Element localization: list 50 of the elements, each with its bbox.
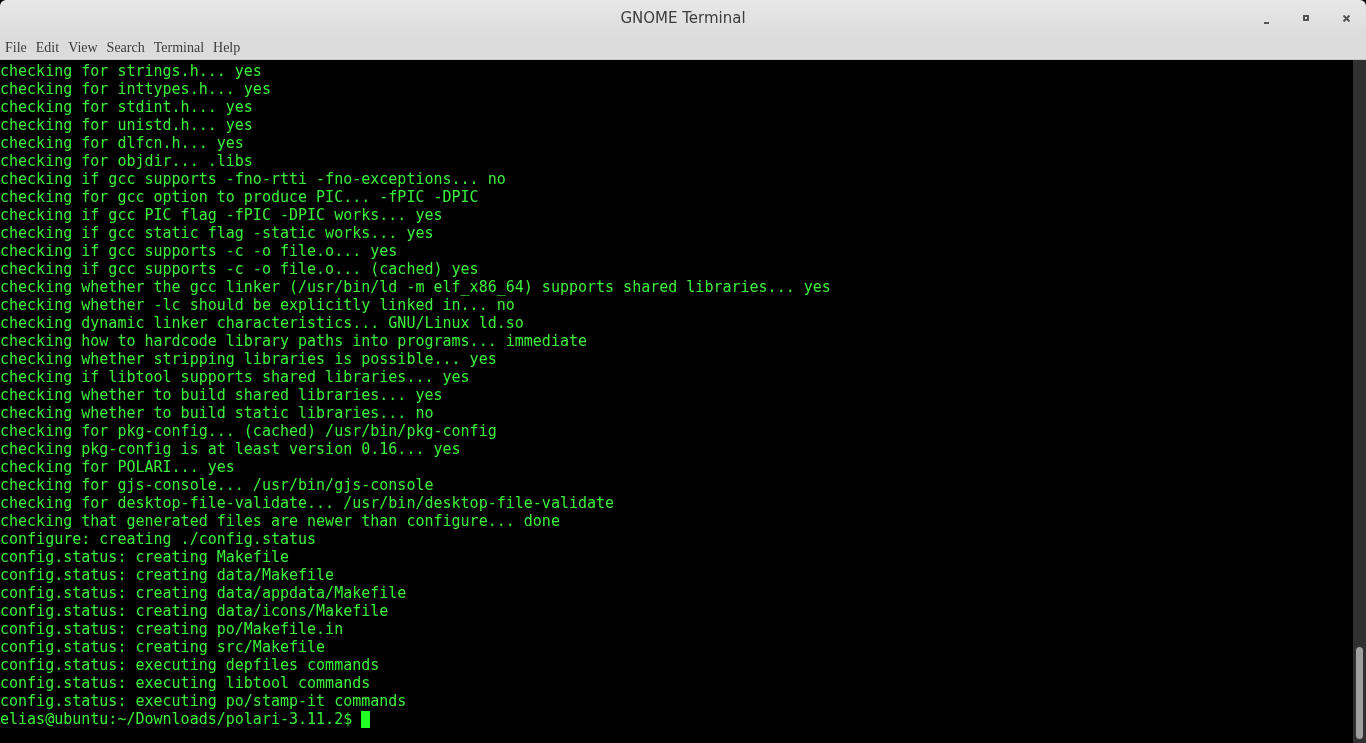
terminal-line: config.status: creating data/appdata/Makefile <box>0 584 407 602</box>
menu-item[interactable]: File <box>5 37 27 58</box>
terminal-line: checking for strings.h... yes <box>0 62 262 80</box>
terminal-line: checking for desktop-file-validate... /usr/bin/desktop-file-validate <box>0 494 615 512</box>
menu-item[interactable]: Search <box>106 37 145 58</box>
menu-item[interactable]: Terminal <box>153 37 205 58</box>
scrollbar-thumb[interactable] <box>1356 647 1363 739</box>
terminal-line: checking for inttypes.h... yes <box>0 80 271 98</box>
window-title: GNOME Terminal <box>620 7 746 29</box>
terminal-line: checking if gcc supports -c -o file.o... yes <box>0 242 398 260</box>
terminal-line: checking whether the gcc linker (/usr/bin/ld -m elf_x86_64) supports shared libraries... yes <box>0 278 831 296</box>
terminal-line: checking for POLARI... yes <box>0 458 235 476</box>
text-cursor <box>361 710 371 728</box>
terminal-line: checking for pkg-config... (cached) /usr/bin/pkg-config <box>0 422 497 440</box>
terminal-line: checking dynamic linker characteristics... GNU/Linux ld.so <box>0 314 524 332</box>
terminal-line: config.status: creating src/Makefile <box>0 638 326 656</box>
terminal-line: checking if gcc supports -c -o file.o... (cached) yes <box>0 260 479 278</box>
menu-item[interactable]: Edit <box>35 37 60 58</box>
terminal-line: checking for dlfcn.h... yes <box>0 134 244 152</box>
terminal-line: checking whether stripping libraries is possible... yes <box>0 350 497 368</box>
terminal-line: checking how to hardcode library paths into programs... immediate <box>0 332 587 350</box>
terminal-line: configure: creating ./config.status <box>0 530 317 548</box>
terminal-line: checking pkg-config is at least version 0.16... yes <box>0 440 461 458</box>
terminal-line: config.status: creating po/Makefile.in <box>0 620 344 638</box>
close-icon <box>1342 14 1350 22</box>
menu-item[interactable]: Help <box>213 37 241 58</box>
terminal-line: checking whether to build shared libraries... yes <box>0 386 443 404</box>
close-button[interactable] <box>1340 12 1352 24</box>
terminal-line: checking if gcc PIC flag -fPIC -DPIC works... yes <box>0 206 443 224</box>
menu-item[interactable]: View <box>68 37 98 58</box>
terminal-line: checking for stdint.h... yes <box>0 98 253 116</box>
terminal-line: checking that generated files are newer than configure... done <box>0 512 560 530</box>
terminal-line: checking if libtool supports shared libraries... yes <box>0 368 470 386</box>
terminal-line: config.status: creating data/Makefile <box>0 566 335 584</box>
terminal-line: checking for gcc option to produce PIC... -fPIC -DPIC <box>0 188 479 206</box>
terminal-line: checking for gjs-console... /usr/bin/gjs-console <box>0 476 434 494</box>
shell-prompt: elias@ubuntu:~/Downloads/polari-3.11.2$ <box>0 710 353 728</box>
terminal-line: config.status: executing po/stamp-it commands <box>0 692 407 710</box>
terminal-line: checking if gcc supports -fno-rtti -fno-exceptions... no <box>0 170 506 188</box>
terminal-line: checking whether to build static libraries... no <box>0 404 434 422</box>
terminal-line: checking for objdir... .libs <box>0 152 253 170</box>
maximize-button[interactable] <box>1300 12 1312 24</box>
terminal-line: config.status: creating Makefile <box>0 548 289 566</box>
terminal-line: config.status: executing libtool commands <box>0 674 371 692</box>
terminal-line: checking for unistd.h... yes <box>0 116 253 134</box>
terminal-line: checking if gcc static flag -static works... yes <box>0 224 434 242</box>
scrollbar[interactable] <box>1353 60 1366 743</box>
terminal-line: checking whether -lc should be explicitly linked in... no <box>0 296 515 314</box>
terminal-line: config.status: creating data/icons/Makefile <box>0 602 389 620</box>
terminal-line: config.status: executing depfiles commands <box>0 656 380 674</box>
